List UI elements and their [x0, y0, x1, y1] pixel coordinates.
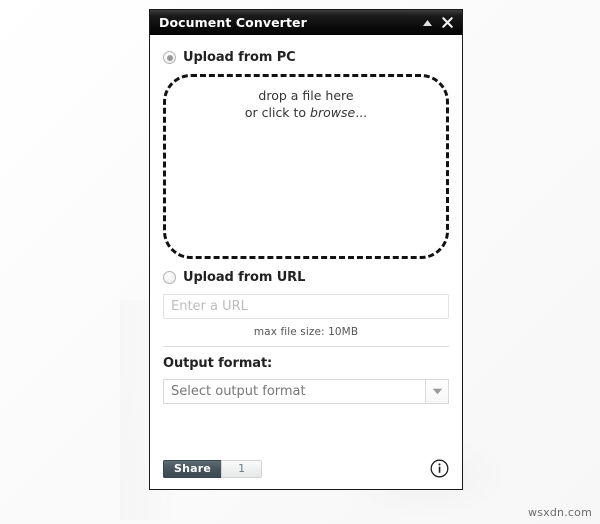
watermark: wsxdn.com	[528, 506, 592, 519]
dropzone-line-2: or click to browse...	[166, 104, 446, 121]
triangle-up-icon[interactable]	[419, 14, 435, 32]
share-button[interactable]: Share	[163, 459, 222, 478]
file-dropzone[interactable]: drop a file here or click to browse...	[163, 74, 449, 259]
dropzone-line-1: drop a file here	[258, 88, 354, 103]
output-format-select[interactable]: Select output format	[163, 379, 449, 404]
radio-upload-from-pc[interactable]: Upload from PC	[163, 50, 449, 65]
chevron-down-icon[interactable]	[425, 379, 449, 404]
radio-pc-label: Upload from PC	[183, 50, 296, 65]
section-divider	[163, 346, 449, 347]
window-titlebar: Document Converter	[150, 10, 462, 35]
radio-url-label: Upload from URL	[183, 270, 306, 285]
info-circle-icon[interactable]	[430, 459, 449, 478]
radio-upload-from-url[interactable]: Upload from URL	[163, 270, 449, 285]
window-body: Upload from PC drop a file here or click…	[150, 35, 462, 489]
share-count[interactable]: 1	[221, 459, 263, 478]
output-format-label: Output format:	[163, 356, 273, 371]
document-converter-window: Document Converter Upload from PC drop a…	[149, 9, 463, 490]
dropzone-line2-suffix: ...	[355, 105, 368, 120]
close-icon[interactable]	[439, 14, 455, 32]
share-widget[interactable]: Share 1	[163, 459, 263, 478]
radio-url-indicator[interactable]	[163, 271, 176, 284]
output-format-value[interactable]: Select output format	[163, 379, 425, 404]
radio-pc-indicator[interactable]	[163, 51, 176, 64]
url-input[interactable]	[163, 294, 449, 319]
window-footer: Share 1	[163, 459, 449, 478]
dropzone-browse-link[interactable]: browse	[310, 105, 355, 120]
dropzone-line2-prefix: or click to	[244, 105, 311, 120]
window-title: Document Converter	[159, 15, 307, 30]
max-file-size-note: max file size: 10MB	[253, 326, 359, 338]
